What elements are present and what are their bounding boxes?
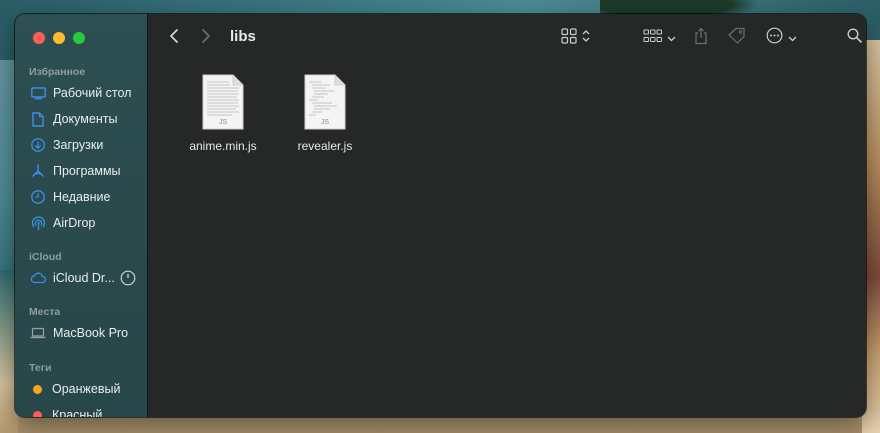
finder-window: Избранное Рабочий стол Документы Загрузк… — [15, 14, 866, 417]
file-type-badge: JS — [219, 119, 228, 126]
tag-icon — [727, 27, 747, 50]
share-icon — [694, 27, 708, 50]
group-button[interactable] — [643, 28, 676, 48]
sidebar-item-downloads[interactable]: Загрузки — [30, 135, 145, 155]
applications-icon — [30, 163, 46, 179]
red-tag-dot-icon — [33, 410, 42, 417]
sidebar-item-airdrop[interactable]: AirDrop — [30, 213, 145, 233]
js-file-icon: JS — [304, 74, 346, 130]
sidebar-section-favorites: Избранное — [29, 66, 86, 78]
airdrop-icon — [30, 215, 46, 231]
clock-icon — [30, 189, 46, 205]
cloud-icon — [30, 270, 46, 286]
sidebar-item-documents[interactable]: Документы — [30, 109, 145, 129]
group-grid-icon — [643, 28, 663, 49]
toolbar: libs — [149, 14, 866, 62]
sidebar-item-label: Программы — [53, 164, 121, 178]
sidebar-item-label: Оранжевый — [52, 382, 121, 396]
sidebar-section-tags: Теги — [29, 362, 52, 374]
chevron-down-icon — [788, 29, 797, 47]
download-icon — [30, 137, 46, 153]
sidebar-item-tag-orange[interactable]: Оранжевый — [30, 379, 145, 399]
more-actions-button[interactable] — [766, 27, 797, 49]
sidebar-section-icloud: iCloud — [29, 251, 62, 263]
sidebar-item-tag-red[interactable]: Красный — [30, 405, 145, 417]
js-file-icon: JS — [202, 74, 244, 130]
sidebar-item-label: Недавние — [53, 190, 111, 204]
laptop-icon — [30, 325, 46, 341]
back-button[interactable] — [169, 28, 179, 48]
sidebar-item-macbook-pro[interactable]: MacBook Pro — [30, 323, 145, 343]
sidebar-item-label: iCloud Dr... — [53, 271, 115, 285]
sidebar: Избранное Рабочий стол Документы Загрузк… — [15, 14, 148, 417]
chevron-down-icon — [667, 29, 676, 47]
sidebar-item-label: Рабочий стол — [53, 86, 132, 100]
search-button[interactable] — [847, 28, 862, 48]
file-name: revealer.js — [297, 139, 353, 153]
ellipsis-circle-icon — [766, 27, 783, 49]
sidebar-item-label: Документы — [53, 112, 118, 126]
tags-button[interactable] — [727, 27, 747, 50]
file-item[interactable]: JS anime.min.js — [178, 74, 268, 153]
sync-progress-icon[interactable] — [120, 270, 136, 286]
file-item[interactable]: JS revealer.js — [280, 74, 370, 153]
share-button[interactable] — [694, 27, 708, 50]
chevron-left-icon — [169, 28, 179, 49]
zoom-button[interactable] — [73, 32, 85, 44]
window-controls — [33, 32, 85, 44]
forward-button[interactable] — [201, 28, 211, 48]
sidebar-item-label: Красный — [52, 408, 103, 417]
sidebar-item-recents[interactable]: Недавние — [30, 187, 145, 207]
chevron-right-icon — [201, 28, 211, 49]
sidebar-section-places: Места — [29, 306, 61, 318]
sidebar-item-label: Загрузки — [53, 138, 104, 152]
view-mode-button[interactable] — [561, 27, 590, 49]
close-button[interactable] — [33, 32, 45, 44]
main-content: libs JS anime.min.js JS revealer.js — [149, 14, 866, 417]
file-name: anime.min.js — [189, 139, 257, 153]
sidebar-item-label: MacBook Pro — [53, 326, 129, 340]
folder-title: libs — [230, 28, 256, 45]
search-icon — [847, 28, 862, 48]
sidebar-item-desktop[interactable]: Рабочий стол — [30, 83, 145, 103]
desktop-icon — [30, 85, 46, 101]
orange-tag-dot-icon — [33, 384, 42, 394]
document-icon — [30, 111, 46, 127]
sidebar-item-label: AirDrop — [53, 216, 96, 230]
minimize-button[interactable] — [53, 32, 65, 44]
sidebar-item-applications[interactable]: Программы — [30, 161, 145, 181]
file-type-badge: JS — [321, 119, 330, 126]
up-down-chevron-icon — [582, 29, 590, 48]
icon-grid-icon — [561, 27, 577, 49]
sidebar-item-icloud-drive[interactable]: iCloud Dr... — [30, 268, 145, 288]
